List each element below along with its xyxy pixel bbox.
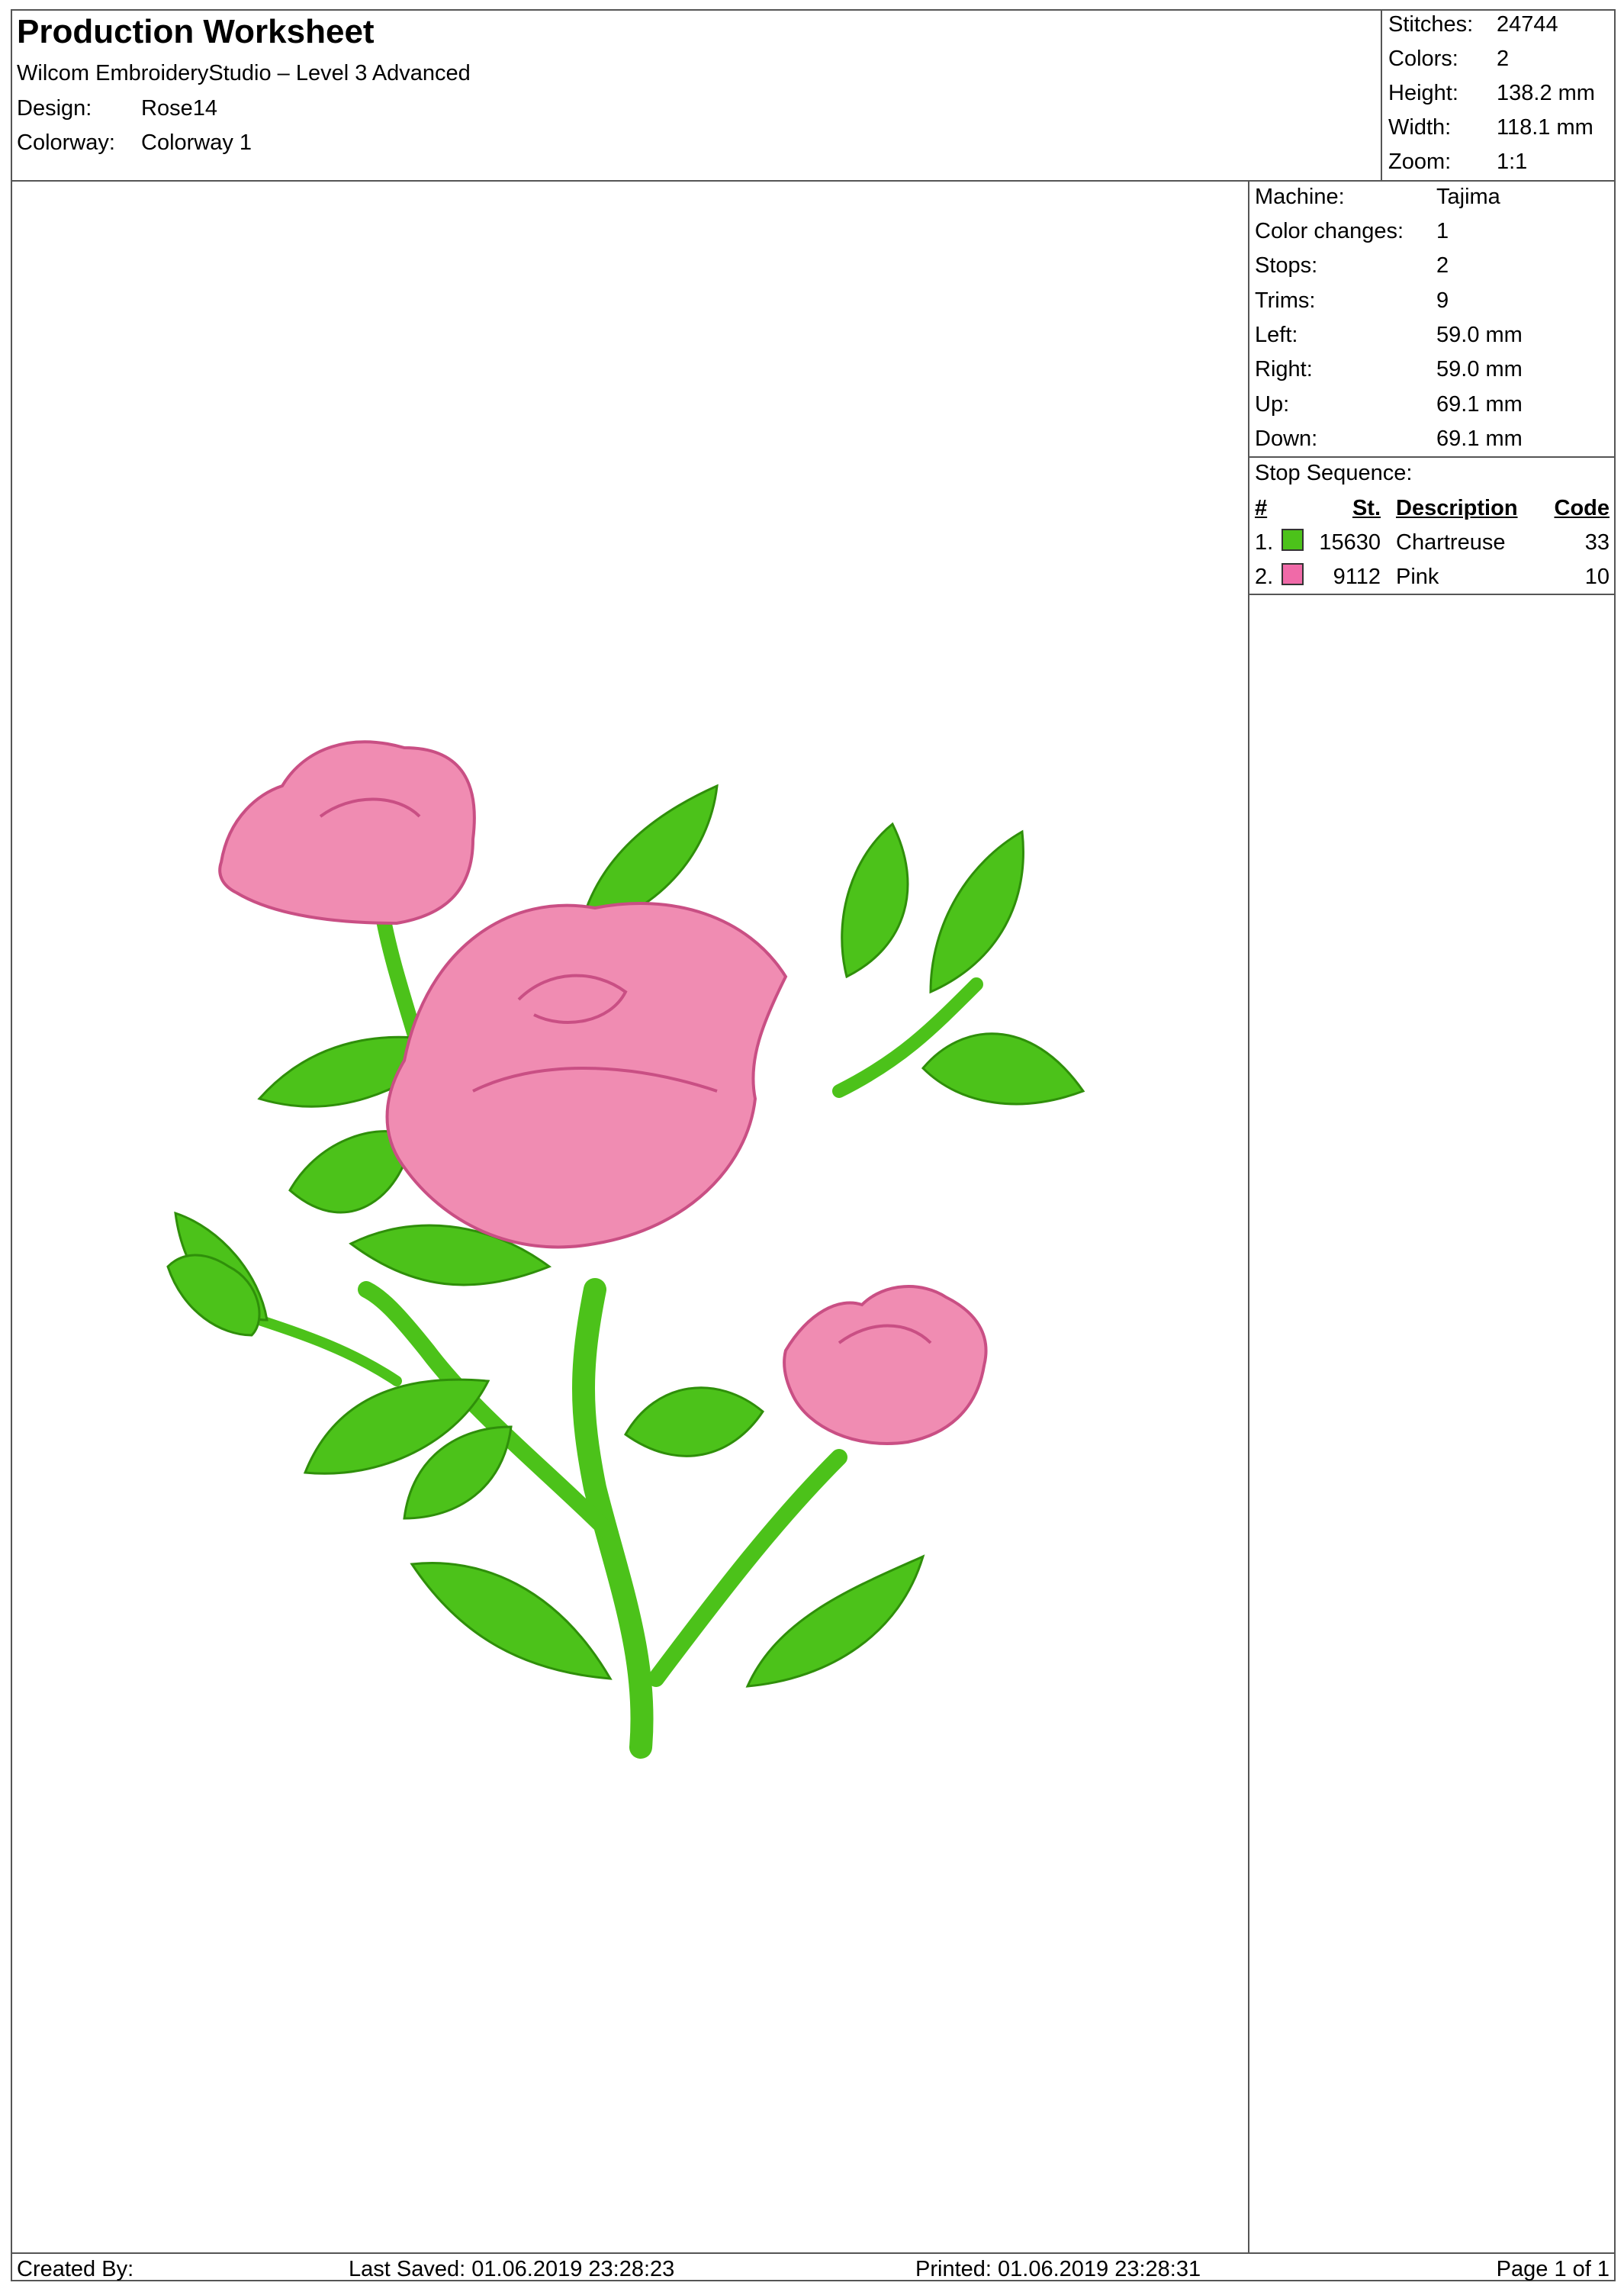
color-swatch-pink (1282, 563, 1304, 585)
page-title: Production Worksheet (17, 13, 375, 50)
summary-divider (1381, 9, 1382, 182)
zoom-value: 1:1 (1497, 150, 1528, 174)
row-num: 1. (1255, 530, 1274, 555)
col-header-code: Code (1554, 496, 1610, 520)
leaf (929, 829, 1024, 994)
left-extent-label: Left: (1255, 323, 1298, 347)
software-name: Wilcom EmbroideryStudio – Level 3 Advanc… (17, 61, 471, 85)
last-saved: Last Saved: 01.06.2019 23:28:23 (349, 2257, 675, 2281)
colors-value: 2 (1497, 47, 1510, 71)
width-value: 118.1 mm (1497, 115, 1593, 140)
colors-label: Colors: (1388, 47, 1458, 71)
stops-label: Stops: (1255, 253, 1318, 278)
design-label: Design: (17, 96, 92, 121)
row-stitches: 15630 (1319, 530, 1381, 555)
rose-bud-right (783, 1285, 988, 1445)
bud-stem (254, 1315, 402, 1386)
footer-divider (11, 2252, 1616, 2254)
colorway-label: Colorway: (17, 130, 115, 155)
created-by: Created By: (17, 2257, 134, 2281)
rose-bloom-large (385, 902, 788, 1249)
down-extent-label: Down: (1255, 427, 1318, 451)
row-code: 10 (1584, 565, 1610, 589)
row-code: 33 (1584, 530, 1610, 555)
stops-value: 2 (1436, 253, 1449, 278)
leaf (745, 1554, 925, 1688)
color-changes-value: 1 (1436, 219, 1449, 243)
rose-bud-top-left (218, 740, 476, 926)
stop-sequence-title: Stop Sequence: (1255, 461, 1413, 485)
right-extent-label: Right: (1255, 357, 1313, 382)
up-extent-label: Up: (1255, 392, 1290, 417)
row-num: 2. (1255, 565, 1274, 589)
down-extent-value: 69.1 mm (1436, 427, 1523, 451)
height-label: Height: (1388, 81, 1458, 105)
machine-value: Tajima (1436, 185, 1500, 209)
design-value: Rose14 (141, 96, 217, 121)
row-description: Pink (1396, 565, 1439, 589)
col-header-stitches: St. (1352, 496, 1381, 520)
col-header-num: # (1255, 496, 1268, 520)
stitches-label: Stitches: (1388, 12, 1474, 37)
rose-embroidery-design (166, 740, 1085, 1759)
page-number: Page 1 of 1 (1496, 2257, 1610, 2281)
printed-date: Printed: 01.06.2019 23:28:31 (915, 2257, 1201, 2281)
trims-value: 9 (1436, 288, 1449, 313)
col-header-description: Description (1396, 496, 1518, 520)
color-swatch-chartreuse (1282, 529, 1304, 551)
sequence-divider (1248, 594, 1616, 595)
up-extent-value: 69.1 mm (1436, 392, 1523, 417)
row-stitches: 9112 (1333, 565, 1381, 589)
color-changes-label: Color changes: (1255, 219, 1404, 243)
right-extent-value: 59.0 mm (1436, 357, 1523, 382)
machine-divider (1248, 456, 1616, 458)
width-label: Width: (1388, 115, 1452, 140)
leaf (841, 822, 909, 979)
sidebar-divider (1248, 180, 1249, 2254)
trims-label: Trims: (1255, 288, 1316, 313)
stitches-value: 24744 (1497, 12, 1558, 37)
height-value: 138.2 mm (1497, 81, 1595, 105)
row-description: Chartreuse (1396, 530, 1506, 555)
leaf (921, 1032, 1085, 1106)
colorway-value: Colorway 1 (141, 130, 252, 155)
left-extent-value: 59.0 mm (1436, 323, 1523, 347)
leaf (624, 1386, 764, 1457)
zoom-label: Zoom: (1388, 150, 1452, 174)
leaf (410, 1562, 613, 1680)
machine-label: Machine: (1255, 185, 1345, 209)
header-divider (11, 180, 1616, 182)
